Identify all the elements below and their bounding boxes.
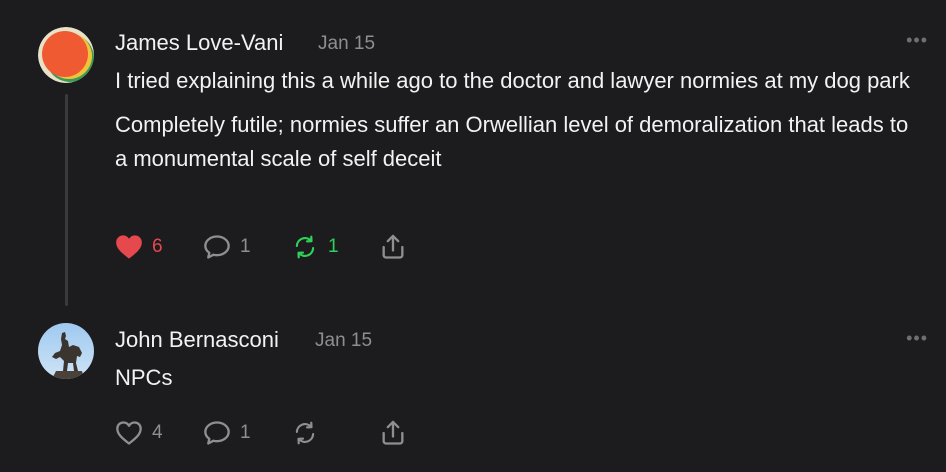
like-count: 6 [152, 236, 163, 257]
comment-bubble-icon [204, 235, 230, 259]
author-name[interactable]: James Love-Vani [115, 30, 283, 56]
more-options-icon[interactable]: ••• [906, 328, 928, 349]
comment-bubble-icon [204, 421, 230, 445]
reply-button[interactable]: 1 [203, 234, 291, 260]
comment-date: Jan 15 [318, 33, 376, 54]
comment-actions: 6 1 1 [115, 232, 419, 262]
comment-paragraph: Completely futile; normies suffer an Orw… [115, 112, 909, 171]
repost-button[interactable]: 1 [291, 234, 379, 260]
repost-icon [295, 235, 315, 259]
share-icon [382, 234, 404, 259]
more-options-icon[interactable]: ••• [906, 30, 928, 51]
comment-body: NPCs [115, 361, 915, 405]
heart-filled-icon [116, 235, 142, 259]
author-name[interactable]: John Bernasconi [115, 327, 279, 353]
share-button[interactable] [379, 233, 419, 261]
comment-date: Jan 15 [315, 330, 373, 351]
reply-button[interactable]: 1 [203, 420, 291, 446]
comment-paragraph: NPCs [115, 365, 173, 390]
heart-outline-icon [116, 421, 142, 445]
repost-button[interactable] [291, 420, 379, 446]
comment-1: James Love-Vani Jan 15 ••• I tried expla… [0, 0, 946, 310]
like-button[interactable]: 6 [115, 234, 203, 260]
comment-body: I tried explaining this a while ago to t… [115, 64, 915, 186]
like-button[interactable]: 4 [115, 420, 203, 446]
repost-count: 1 [328, 236, 339, 257]
avatar[interactable] [38, 27, 94, 83]
like-count: 4 [152, 422, 163, 443]
thread-line [65, 94, 68, 306]
reply-count: 1 [240, 236, 251, 257]
repost-icon [295, 421, 315, 445]
comment-2: John Bernasconi Jan 15 ••• NPCs 4 1 [0, 310, 946, 472]
share-icon [382, 420, 404, 445]
comment-paragraph: I tried explaining this a while ago to t… [115, 68, 910, 93]
share-button[interactable] [379, 419, 419, 447]
reply-count: 1 [240, 422, 251, 443]
comment-actions: 4 1 [115, 418, 419, 448]
avatar[interactable] [38, 323, 94, 379]
